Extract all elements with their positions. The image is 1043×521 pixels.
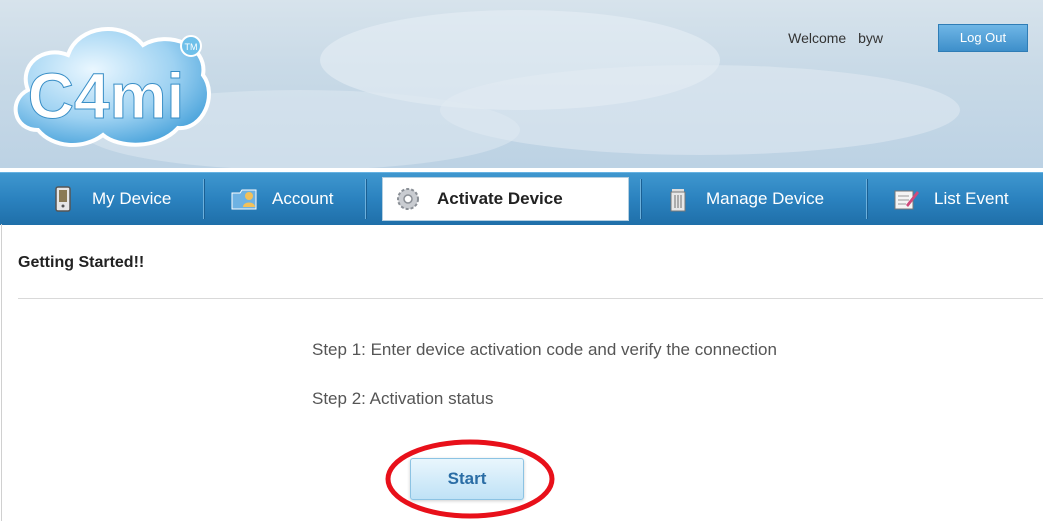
c4mi-logo: TM C4mi <box>13 27 211 148</box>
nav-label: Activate Device <box>437 189 563 208</box>
welcome-label: Welcome <box>788 30 847 46</box>
nav-label: Account <box>272 189 334 208</box>
red-highlight-circle <box>385 439 555 519</box>
welcome-message: Welcome byw <box>780 30 883 46</box>
phone-device-icon <box>55 186 71 212</box>
nav-activate-device[interactable]: Activate Device <box>382 177 629 221</box>
page-title: Getting Started!! <box>18 254 145 271</box>
step-2-text: Step 2: Activation status <box>312 389 494 408</box>
nav-separator <box>203 179 204 219</box>
username: byw <box>858 30 883 46</box>
nav-label: Manage Device <box>706 189 825 208</box>
logo-text: C4mi <box>28 60 185 132</box>
trademark-text: TM <box>185 42 198 52</box>
nav-account[interactable]: Account <box>230 173 333 225</box>
folder-user-icon <box>231 189 257 210</box>
header-banner: TM C4mi Welcome byw Log Out <box>0 0 1043 168</box>
nav-label: My Device <box>92 189 172 208</box>
main-navbar: My Device Account Activate Device Manage… <box>0 172 1043 225</box>
nav-separator <box>866 179 867 219</box>
nav-separator <box>365 179 366 219</box>
nav-separator <box>640 179 641 219</box>
step-1-text: Step 1: Enter device activation code and… <box>312 340 777 359</box>
nav-list-event[interactable]: List Event <box>892 173 1009 225</box>
note-pencil-icon <box>894 190 919 210</box>
nav-my-device[interactable]: My Device <box>50 173 171 225</box>
gear-icon <box>397 188 419 210</box>
divider <box>18 298 1043 299</box>
content-left-border <box>1 224 2 521</box>
nav-label: List Event <box>934 189 1009 208</box>
trash-icon <box>670 189 686 212</box>
nav-manage-device[interactable]: Manage Device <box>664 173 824 225</box>
logout-button[interactable]: Log Out <box>938 24 1028 52</box>
